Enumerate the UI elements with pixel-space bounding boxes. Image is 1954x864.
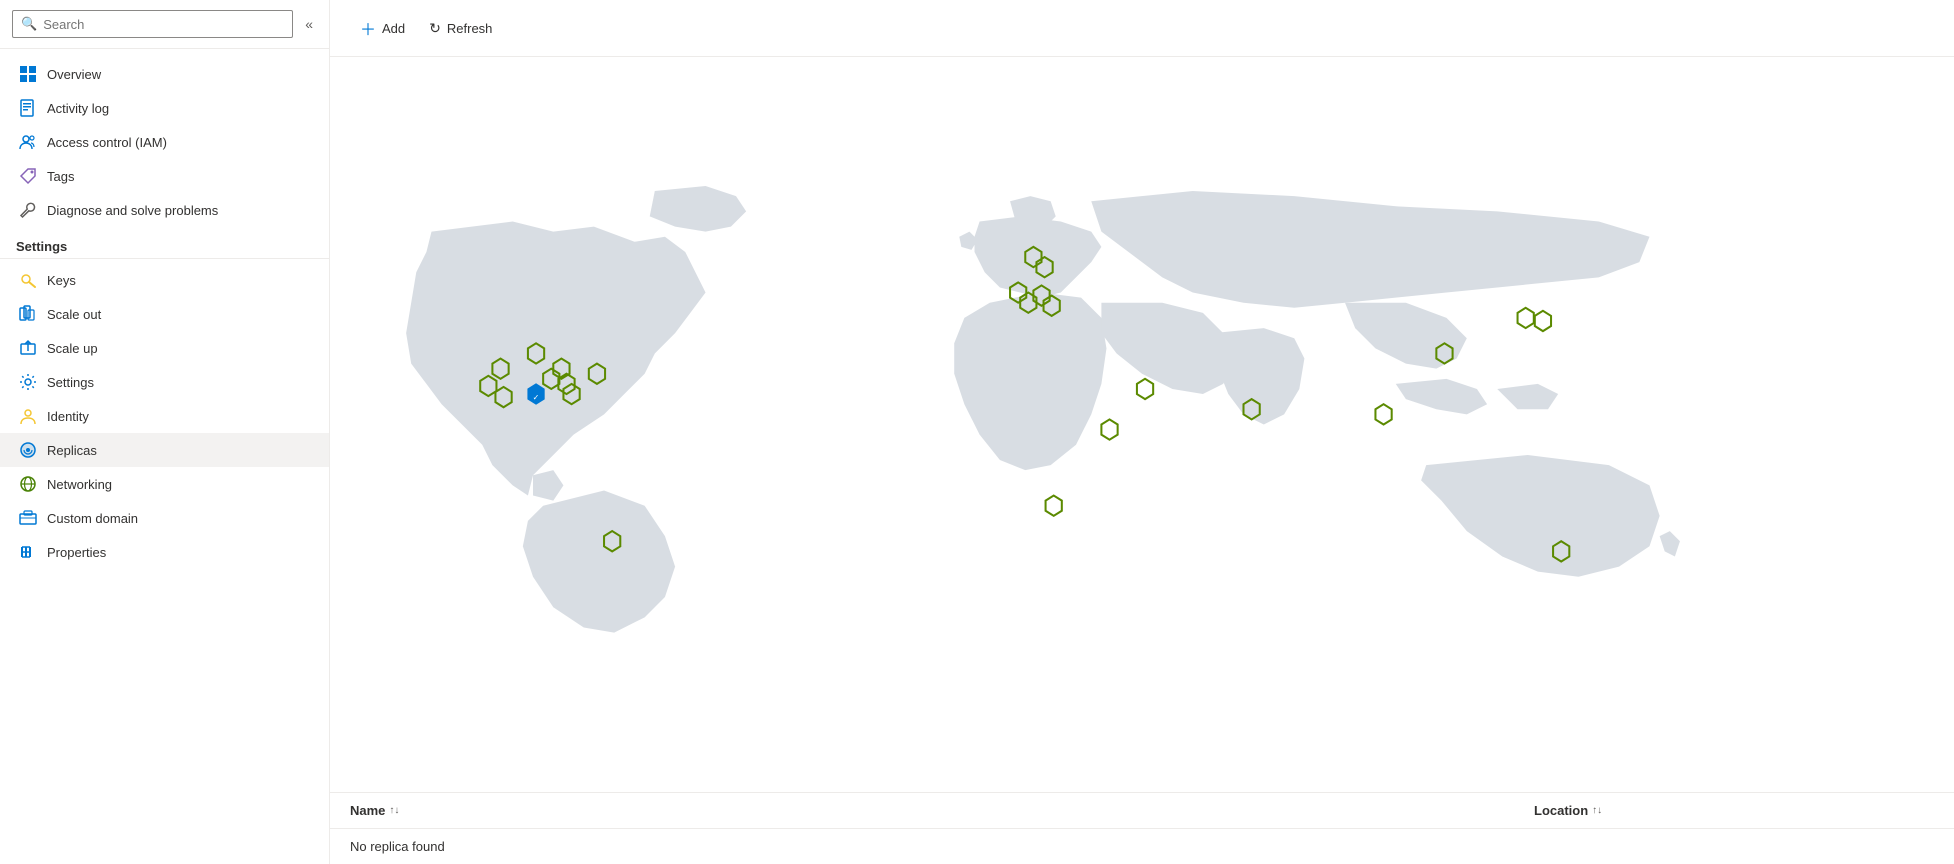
- sidebar-item-access-control[interactable]: Access control (IAM): [0, 125, 329, 159]
- sidebar-item-settings-label: Settings: [47, 375, 94, 390]
- sidebar-item-tags-label: Tags: [47, 169, 74, 184]
- sidebar-item-networking-label: Networking: [47, 477, 112, 492]
- sidebar-item-identity[interactable]: Identity: [0, 399, 329, 433]
- search-box[interactable]: 🔍: [12, 10, 293, 38]
- location-column-header[interactable]: Location ↑↓: [1534, 803, 1934, 818]
- settings-section-header: Settings: [0, 227, 329, 259]
- sidebar-item-custom-domain[interactable]: Custom domain: [0, 501, 329, 535]
- grid-icon: [19, 65, 37, 83]
- sidebar-item-access-control-label: Access control (IAM): [47, 135, 167, 150]
- sidebar-item-scale-up[interactable]: Scale up: [0, 331, 329, 365]
- search-input[interactable]: [43, 17, 284, 32]
- svg-text:✓: ✓: [533, 393, 540, 402]
- toolbar: ＋ Add ↻ Refresh: [330, 0, 1954, 57]
- add-label: Add: [382, 21, 405, 36]
- location-column-label: Location: [1534, 803, 1588, 818]
- add-icon: ＋: [360, 16, 376, 40]
- add-button[interactable]: ＋ Add: [350, 10, 415, 46]
- sidebar-item-tags[interactable]: Tags: [0, 159, 329, 193]
- refresh-button[interactable]: ↻ Refresh: [419, 14, 502, 43]
- sidebar-item-overview[interactable]: Overview: [0, 57, 329, 91]
- sidebar-item-keys-label: Keys: [47, 273, 76, 288]
- sidebar: 🔍 « Overview Activity log Access control…: [0, 0, 330, 864]
- search-icon: 🔍: [21, 16, 37, 32]
- name-sort-icon[interactable]: ↑↓: [389, 805, 399, 816]
- sidebar-item-properties-label: Properties: [47, 545, 106, 560]
- sidebar-nav: Overview Activity log Access control (IA…: [0, 49, 329, 577]
- gear-icon: [19, 373, 37, 391]
- doc-icon: [19, 99, 37, 117]
- sidebar-item-replicas[interactable]: Replicas: [0, 433, 329, 467]
- key-icon: [19, 271, 37, 289]
- location-sort-icon[interactable]: ↑↓: [1592, 805, 1602, 816]
- scale-up-icon: [19, 339, 37, 357]
- sidebar-item-identity-label: Identity: [47, 409, 89, 424]
- replicas-icon: [19, 441, 37, 459]
- collapse-button[interactable]: «: [301, 12, 317, 36]
- tag-icon: [19, 167, 37, 185]
- sidebar-item-diagnose-label: Diagnose and solve problems: [47, 203, 218, 218]
- sidebar-item-replicas-label: Replicas: [47, 443, 97, 458]
- sidebar-item-activity-log-label: Activity log: [47, 101, 109, 116]
- scale-out-icon: [19, 305, 37, 323]
- properties-icon: [19, 543, 37, 561]
- sidebar-search-row: 🔍 «: [0, 0, 329, 49]
- sidebar-item-scale-out[interactable]: Scale out: [0, 297, 329, 331]
- sidebar-item-keys[interactable]: Keys: [0, 263, 329, 297]
- sidebar-item-overview-label: Overview: [47, 67, 101, 82]
- sidebar-item-diagnose[interactable]: Diagnose and solve problems: [0, 193, 329, 227]
- sidebar-item-custom-domain-label: Custom domain: [47, 511, 138, 526]
- replicas-table: Name ↑↓ Location ↑↓ No replica found: [330, 792, 1954, 864]
- refresh-icon: ↻: [429, 20, 441, 37]
- table-body: No replica found: [330, 829, 1954, 864]
- name-column-label: Name: [350, 803, 385, 818]
- wrench-icon: [19, 201, 37, 219]
- sidebar-item-properties[interactable]: Properties: [0, 535, 329, 569]
- identity-icon: [19, 407, 37, 425]
- empty-message: No replica found: [350, 839, 1934, 854]
- table-header: Name ↑↓ Location ↑↓: [330, 793, 1954, 829]
- sidebar-item-networking[interactable]: Networking: [0, 467, 329, 501]
- sidebar-item-scale-up-label: Scale up: [47, 341, 98, 356]
- people-icon: [19, 133, 37, 151]
- network-icon: [19, 475, 37, 493]
- main-content: ＋ Add ↻ Refresh: [330, 0, 1954, 864]
- domain-icon: [19, 509, 37, 527]
- sidebar-item-settings[interactable]: Settings: [0, 365, 329, 399]
- sidebar-item-activity-log[interactable]: Activity log: [0, 91, 329, 125]
- sidebar-item-scale-out-label: Scale out: [47, 307, 101, 322]
- world-map: ✓: [330, 57, 1954, 792]
- refresh-label: Refresh: [447, 21, 493, 36]
- name-column-header[interactable]: Name ↑↓: [350, 803, 1534, 818]
